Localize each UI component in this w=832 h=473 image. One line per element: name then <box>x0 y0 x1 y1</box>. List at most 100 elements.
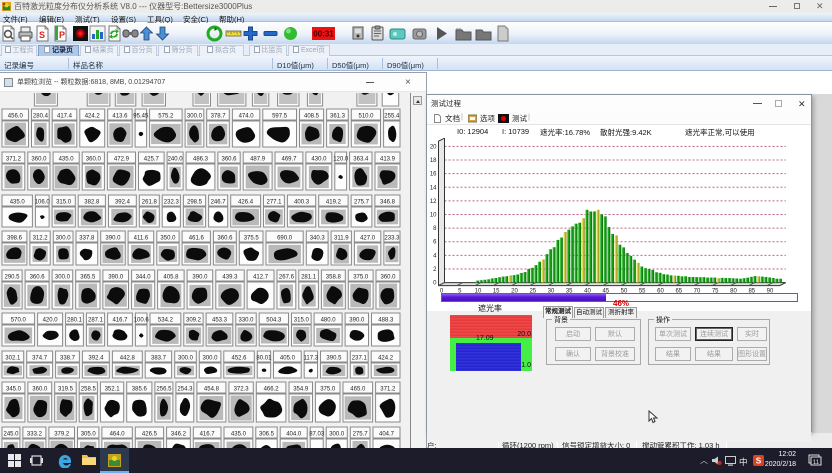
svg-text:361.3: 361.3 <box>330 114 346 120</box>
svg-text:2: 2 <box>433 267 437 273</box>
svg-text:300.0: 300.0 <box>329 432 345 438</box>
svg-text:534.2: 534.2 <box>158 318 174 324</box>
svg-text:461.6: 461.6 <box>189 236 205 242</box>
svg-text:277.1: 277.1 <box>266 200 282 206</box>
svg-text:237.1: 237.1 <box>352 356 368 362</box>
svg-text:95.45: 95.45 <box>133 114 149 120</box>
svg-text:472.9: 472.9 <box>114 157 130 163</box>
svg-text:375.0: 375.0 <box>320 387 336 393</box>
svg-text:392.4: 392.4 <box>88 356 104 362</box>
svg-text:390.0: 390.0 <box>105 236 121 242</box>
svg-text:245.0: 245.0 <box>3 432 19 438</box>
svg-text:416.7: 416.7 <box>200 432 216 438</box>
svg-text:10: 10 <box>430 213 437 219</box>
svg-text:419.2: 419.2 <box>326 200 342 206</box>
svg-text:464.0: 464.0 <box>110 432 126 438</box>
svg-text:597.5: 597.5 <box>272 114 288 120</box>
svg-text:20: 20 <box>430 144 437 150</box>
svg-text:442.8: 442.8 <box>120 356 136 362</box>
svg-text:00:31: 00:31 <box>313 30 334 39</box>
svg-text:390.0: 390.0 <box>108 275 124 281</box>
svg-text:360.0: 360.0 <box>380 275 396 281</box>
svg-text:392.4: 392.4 <box>115 200 131 206</box>
svg-text:390.5: 390.5 <box>326 356 342 362</box>
svg-text:246.7: 246.7 <box>211 200 227 206</box>
svg-text:290.5: 290.5 <box>4 275 20 281</box>
svg-text:405.0: 405.0 <box>280 356 296 362</box>
svg-text:302.1: 302.1 <box>5 356 21 362</box>
svg-text:408.5: 408.5 <box>304 114 320 120</box>
svg-text:319.5: 319.5 <box>58 387 74 393</box>
svg-text:281.1: 281.1 <box>301 275 317 281</box>
svg-text:413.6: 413.6 <box>112 114 128 120</box>
svg-text:80.01: 80.01 <box>256 356 272 362</box>
svg-text:P: P <box>59 30 65 40</box>
svg-text:404.0: 404.0 <box>286 432 302 438</box>
svg-text:345.0: 345.0 <box>6 387 22 393</box>
svg-text:504.3: 504.3 <box>266 318 282 324</box>
svg-text:375.5: 375.5 <box>244 236 260 242</box>
svg-text:416.7: 416.7 <box>112 318 128 324</box>
svg-text:350.0: 350.0 <box>160 236 176 242</box>
svg-text:300.0: 300.0 <box>202 356 218 362</box>
svg-text:87.03: 87.03 <box>309 432 325 438</box>
svg-text:452.6: 452.6 <box>231 356 247 362</box>
svg-text:466.2: 466.2 <box>264 387 280 393</box>
svg-text:382.8: 382.8 <box>84 200 100 206</box>
svg-text:120.0: 120.0 <box>333 157 349 163</box>
svg-text:258.5: 258.5 <box>81 387 97 393</box>
svg-text:346.2: 346.2 <box>171 432 187 438</box>
svg-text:330.0: 330.0 <box>238 318 254 324</box>
svg-text:4: 4 <box>433 253 437 259</box>
svg-text:298.5: 298.5 <box>187 200 203 206</box>
svg-text:309.2: 309.2 <box>186 318 202 324</box>
svg-text:360.6: 360.6 <box>30 275 46 281</box>
svg-text:240.0: 240.0 <box>168 157 184 163</box>
svg-text:360.6: 360.6 <box>221 157 237 163</box>
svg-text:379.2: 379.2 <box>54 432 70 438</box>
svg-text:338.7: 338.7 <box>60 356 76 362</box>
svg-text:18: 18 <box>430 158 437 164</box>
svg-text:390.0: 390.0 <box>192 275 208 281</box>
svg-text:12: 12 <box>430 199 437 205</box>
svg-text:306.5: 306.5 <box>259 432 275 438</box>
svg-text:426.5: 426.5 <box>142 432 158 438</box>
svg-text:354.9: 354.9 <box>293 387 309 393</box>
svg-text:690.0: 690.0 <box>277 236 293 242</box>
svg-text:287.1: 287.1 <box>88 318 104 324</box>
svg-text:275.7: 275.7 <box>353 432 369 438</box>
svg-text:300.0: 300.0 <box>178 356 194 362</box>
svg-text:233.3: 233.3 <box>384 236 400 242</box>
svg-text:8: 8 <box>433 226 437 232</box>
svg-text:315.0: 315.0 <box>294 318 310 324</box>
svg-text:424.2: 424.2 <box>378 356 394 362</box>
svg-text:106.0: 106.0 <box>35 200 51 206</box>
svg-text:0: 0 <box>433 281 437 287</box>
svg-text:400.3: 400.3 <box>294 200 310 206</box>
svg-text:383.7: 383.7 <box>151 356 167 362</box>
svg-text:404.7: 404.7 <box>379 432 395 438</box>
svg-text:420.0: 420.0 <box>43 318 59 324</box>
svg-text:453.3: 453.3 <box>212 318 228 324</box>
svg-text:365.5: 365.5 <box>80 275 96 281</box>
svg-text:254.3: 254.3 <box>177 387 193 393</box>
svg-text:360.0: 360.0 <box>31 157 47 163</box>
svg-text:413.9: 413.9 <box>380 157 396 163</box>
svg-text:570.0: 570.0 <box>11 318 27 324</box>
svg-text:405.8: 405.8 <box>163 275 179 281</box>
svg-text:340.3: 340.3 <box>310 236 326 242</box>
svg-text:425.7: 425.7 <box>144 157 160 163</box>
svg-text:232.3: 232.3 <box>164 200 180 206</box>
svg-text:487.9: 487.9 <box>250 157 266 163</box>
svg-text:469.7: 469.7 <box>281 157 297 163</box>
svg-text:311.9: 311.9 <box>334 236 349 242</box>
svg-text:333.2: 333.2 <box>27 432 43 438</box>
svg-text:424.2: 424.2 <box>85 114 101 120</box>
svg-text:480.0: 480.0 <box>321 318 337 324</box>
svg-text:100.6: 100.6 <box>134 318 150 324</box>
svg-text:360.6: 360.6 <box>217 236 233 242</box>
svg-text:358.8: 358.8 <box>326 275 342 281</box>
svg-text:315.0: 315.0 <box>56 200 72 206</box>
svg-text:454.8: 454.8 <box>204 387 220 393</box>
svg-text:16: 16 <box>430 172 437 178</box>
